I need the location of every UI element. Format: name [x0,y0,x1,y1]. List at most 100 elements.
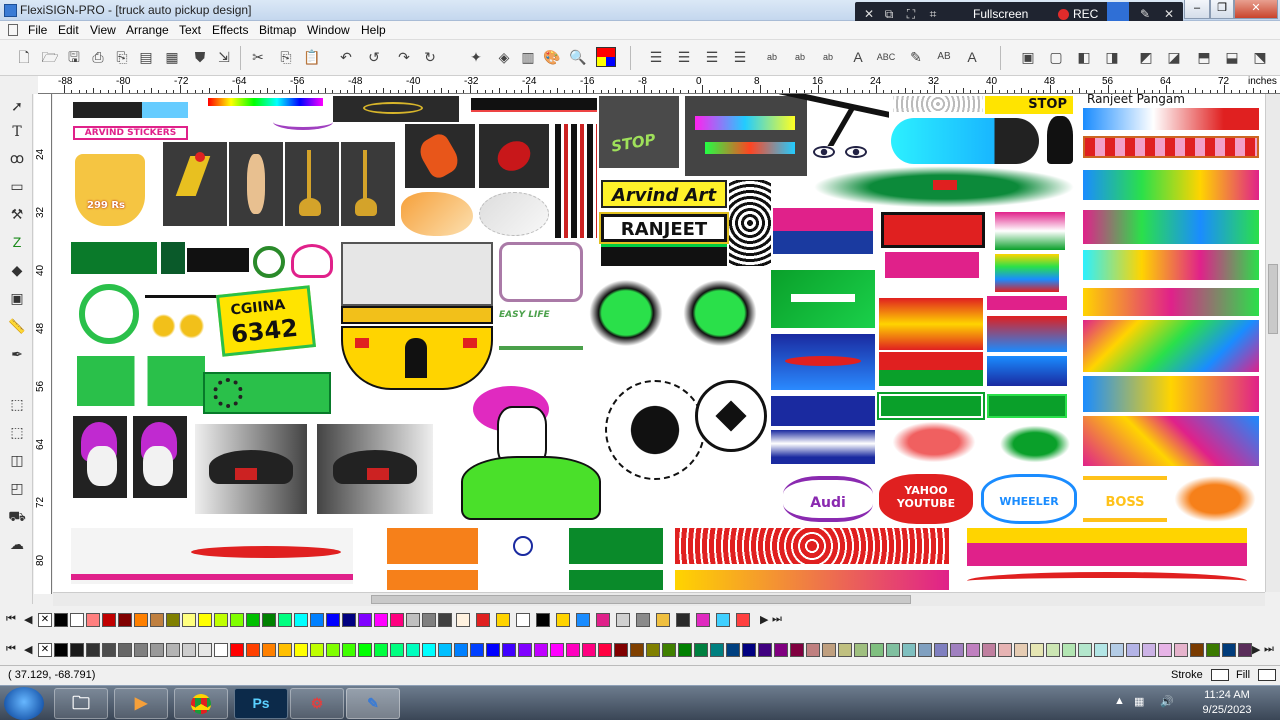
transform-tool-icon[interactable]: ◆ [7,260,27,280]
sticker-bell-tile-2[interactable] [341,142,395,226]
color-swatch[interactable] [150,643,164,657]
system-clock[interactable]: 11:24 AM 9/25/2023 [1196,688,1258,718]
panel-green-white[interactable] [877,392,985,420]
redo-list-icon[interactable]: ↻ [420,47,440,67]
palette2-last-icon[interactable]: ⏭ [1264,643,1274,656]
panel-multicolor-small[interactable] [995,254,1059,292]
color-swatch[interactable] [342,613,356,627]
distort-tool-icon[interactable]: ▣ [7,288,27,308]
ungroup-icon[interactable]: ▢ [1046,47,1066,67]
sticker-man-portrait[interactable] [457,384,605,524]
sticker-blue-red-strip[interactable] [1083,108,1259,130]
color-swatch[interactable] [966,643,980,657]
color-swatch[interactable] [1126,643,1140,657]
color-swatch[interactable] [230,613,244,627]
palette-prev-icon[interactable]: ◀ [24,613,32,626]
sticker-green-v[interactable] [161,242,185,274]
sticker-goddess-tile[interactable] [229,142,283,226]
panel-blue-wave[interactable] [771,396,875,426]
color-swatch[interactable] [246,643,260,657]
sticker-tiger-1[interactable] [583,274,669,352]
color-swatch[interactable] [198,613,212,627]
weld-icon[interactable]: ◩ [1136,47,1156,67]
color-swatch[interactable] [342,643,356,657]
color-swatch[interactable] [150,613,164,627]
color-swatch[interactable] [182,643,196,657]
color-swatch[interactable] [118,643,132,657]
node-edit-tool-icon[interactable]: ꝏ [7,148,27,168]
volume-icon[interactable]: 🔊 [1160,695,1174,708]
menu-help[interactable]: Help [361,23,386,37]
color-swatch[interactable] [102,643,116,657]
restore-button[interactable]: ❐ [1210,0,1234,19]
sticker-orange-tribal[interactable] [1171,474,1259,524]
panel-red-blue-flame[interactable] [987,316,1067,352]
kerning-icon[interactable]: ab [762,47,782,67]
pan-tool-icon[interactable]: ⬚ [7,422,27,442]
start-button[interactable] [4,687,44,720]
color-swatch[interactable] [774,643,788,657]
color-swatch[interactable] [422,613,436,627]
sticker-pink-red-strip[interactable] [1083,136,1259,158]
color-swatch[interactable] [70,643,84,657]
menu-bitmap[interactable]: Bitmap [259,23,296,37]
sticker-green-tribal-small[interactable] [997,424,1073,464]
sticker-green-shields[interactable] [77,356,205,406]
pattern-swatch[interactable] [636,613,650,627]
color-swatch[interactable] [134,613,148,627]
media-player-task[interactable]: ▶ [114,688,168,719]
color-swatch[interactable] [470,643,484,657]
sticker-grey-logo[interactable] [499,242,583,302]
edit-text-icon[interactable]: ✎ [906,47,926,67]
color-swatch[interactable] [1110,643,1124,657]
sticker-orange-wing[interactable] [401,192,473,236]
panel-red-yellow[interactable] [879,298,983,350]
color-swatch[interactable] [550,643,564,657]
open-file-icon[interactable]: 🗁 [40,47,60,67]
eyedropper-tool-icon[interactable]: ✒ [7,344,27,364]
pattern-swatch[interactable] [456,613,470,627]
color-swatch[interactable] [854,643,868,657]
measure-tool-icon[interactable]: 📏 [7,316,27,336]
sticker-eagle-right[interactable] [317,424,433,514]
color-swatch[interactable] [278,643,292,657]
color-swatch[interactable] [614,643,628,657]
color-swatch[interactable] [246,613,260,627]
color-swatch[interactable] [70,613,84,627]
pattern-swatch[interactable] [496,613,510,627]
color-swatch[interactable] [1142,643,1156,657]
fill-icon[interactable]: ◈ [494,47,514,67]
sticker-purple-swirl[interactable] [273,114,333,130]
color-swatch[interactable] [806,643,820,657]
color-swatch[interactable] [630,643,644,657]
design-canvas[interactable]: ARVIND STICKERS 299 Rs STOP Arvind Art R… [53,94,1265,592]
shadow-tool-icon[interactable]: ◫ [7,450,27,470]
panel-blue-swirl[interactable] [771,334,875,390]
number-plate[interactable]: CGIINA 6342 [216,285,316,357]
panel-rainbow-4[interactable] [1083,288,1259,316]
crop-icon[interactable]: ⌗ [925,6,941,22]
text-style-icon[interactable]: A [962,47,982,67]
color-swatch[interactable] [790,643,804,657]
color-swatch[interactable] [390,643,404,657]
arvind-stickers-banner[interactable]: ARVIND STICKERS [73,126,188,140]
zoom-tool-icon[interactable]: ⬚ [7,394,27,414]
panel-green-strip[interactable] [879,370,983,386]
pattern-swatch[interactable] [596,613,610,627]
color-swatch[interactable] [486,643,500,657]
minimize-button[interactable]: – [1184,0,1210,19]
explorer-task[interactable]: 🗀 [54,688,108,719]
sticker-price-badge[interactable]: 299 Rs [75,154,145,226]
sticker-heart[interactable] [291,244,333,278]
strip-red-swoosh[interactable] [71,528,353,584]
color-swatch[interactable] [998,643,1012,657]
front-icon[interactable]: ⬒ [1194,47,1214,67]
sticker-portrait-small[interactable] [1047,116,1073,164]
color-swatch[interactable] [118,613,132,627]
line-space-icon[interactable]: ab [818,47,838,67]
color-swatch[interactable] [166,613,180,627]
palette2-prev-icon[interactable]: ◀ [24,643,32,656]
sticker-red-pink-tribal[interactable] [889,420,979,464]
menu-text[interactable]: Text [179,23,201,37]
horizontal-ruler[interactable]: inches -88 -80 -72 -64 -56 -48 -40 -32 -24 -16 -8 0… [38,76,1280,94]
